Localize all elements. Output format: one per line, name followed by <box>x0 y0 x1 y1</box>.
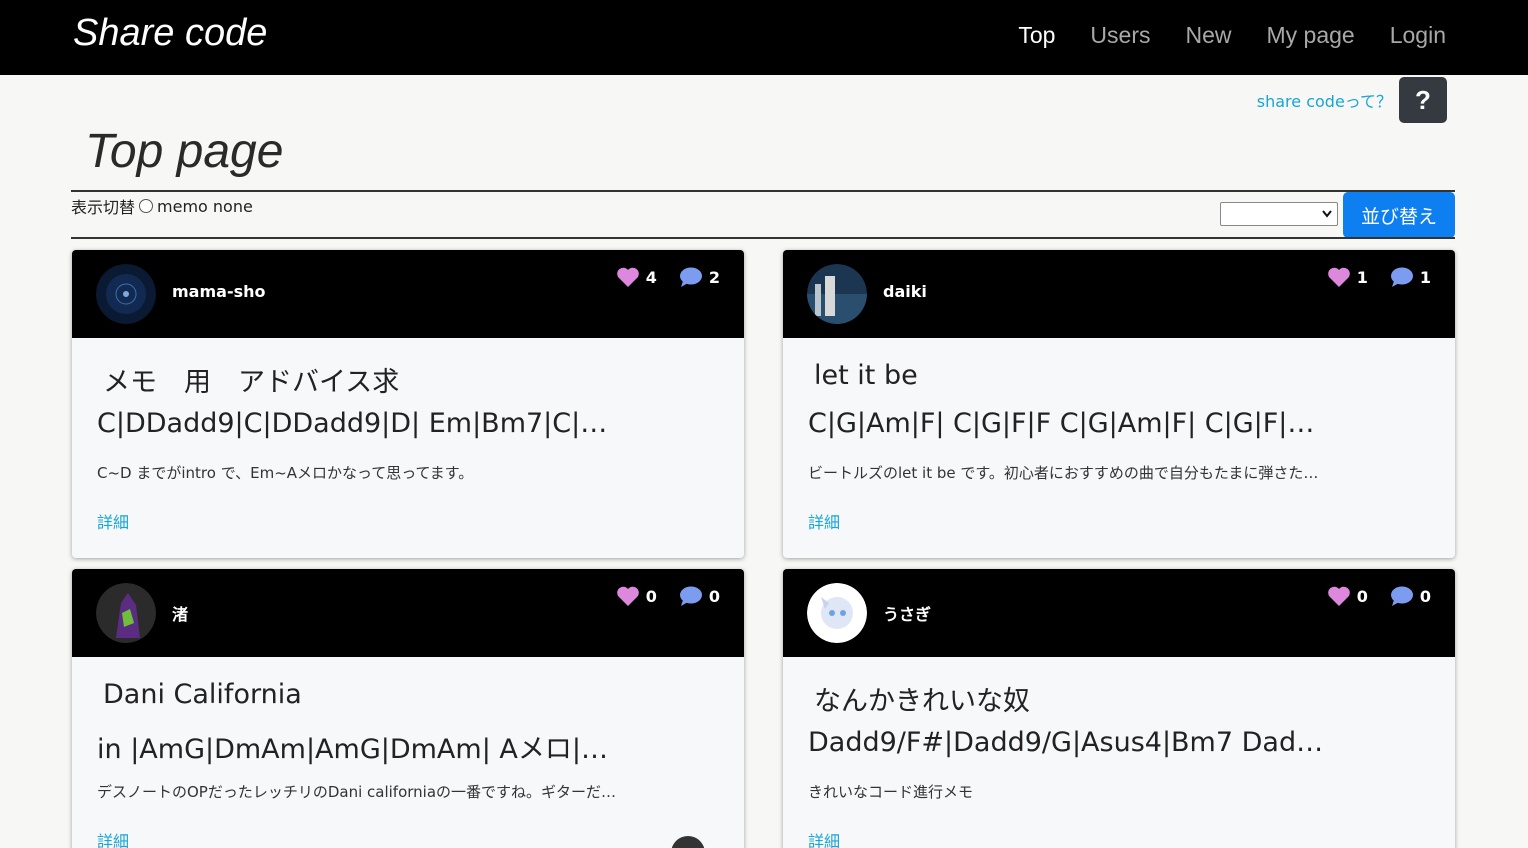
card-chords: in |AmG|DmAm|AmG|DmAm| Aメロ|… <box>97 734 608 765</box>
card-header: うさぎ 0 0 <box>783 569 1455 657</box>
memo-none-label[interactable]: memo none <box>157 197 253 216</box>
like-count: 1 <box>1356 267 1368 287</box>
post-card: daiki 1 1 let it be C|G|Am|F| C|G|F|F C|… <box>783 250 1455 558</box>
help-link[interactable]: share codeって？ <box>1257 88 1392 112</box>
navbar: Share code Top Users New My page Login <box>0 0 1528 75</box>
avatar[interactable] <box>96 264 156 324</box>
card-title: なんかきれいな奴 <box>814 686 1030 717</box>
chevron-down-icon <box>1321 205 1333 227</box>
card-stats: 4 2 <box>616 266 720 288</box>
card-body: Dani California in |AmG|DmAm|AmG|DmAm| A… <box>72 679 744 848</box>
card-description: デスノートのOPだったレッチリのDani californiaの一番ですね。ギタ… <box>97 783 617 801</box>
card-header: daiki 1 1 <box>783 250 1455 338</box>
card-body: let it be C|G|Am|F| C|G|F|F C|G|Am|F| C|… <box>783 360 1455 533</box>
card-chords: Dadd9/F#|Dadd9/G|Asus4|Bm7 Dad… <box>808 727 1324 758</box>
display-toggle-label: 表示切替 <box>71 198 136 217</box>
comment-icon[interactable] <box>1390 266 1414 288</box>
brand-logo[interactable]: Share code <box>73 12 267 55</box>
card-chords: C|G|Am|F| C|G|F|F C|G|Am|F| C|G|F|… <box>808 408 1315 439</box>
post-card: mama-sho 4 2 メモ 用 アドバイス求 C|DDadd9|C|DDad… <box>72 250 744 558</box>
card-body: なんかきれいな奴 Dadd9/F#|Dadd9/G|Asus4|Bm7 Dad…… <box>783 679 1455 848</box>
comment-count: 1 <box>1419 267 1431 287</box>
heart-icon[interactable] <box>1327 266 1351 288</box>
nav-menu: Top Users New My page Login <box>1018 22 1446 49</box>
divider-top <box>71 190 1455 192</box>
heart-icon[interactable] <box>1327 585 1351 607</box>
comment-count: 0 <box>1419 586 1431 606</box>
page-title: Top page <box>85 125 284 178</box>
nav-top[interactable]: Top <box>1018 22 1055 49</box>
display-toggle: 表示切替 memo none <box>71 194 253 218</box>
nav-my-page[interactable]: My page <box>1267 22 1355 49</box>
detail-link[interactable]: 詳細 <box>808 828 840 848</box>
username[interactable]: daiki <box>883 282 927 301</box>
card-body: メモ 用 アドバイス求 C|DDadd9|C|DDadd9|D| Em|Bm7|… <box>72 360 744 533</box>
card-description: C~D までがintro で、Em~Aメロかなって思ってます。 <box>97 464 474 482</box>
avatar[interactable] <box>807 583 867 643</box>
nav-new[interactable]: New <box>1185 22 1231 49</box>
divider-bottom <box>71 237 1455 239</box>
comment-icon[interactable] <box>1390 585 1414 607</box>
like-count: 4 <box>645 267 657 287</box>
card-header: mama-sho 4 2 <box>72 250 744 338</box>
avatar[interactable] <box>96 583 156 643</box>
sort-button[interactable]: 並び替え <box>1343 192 1455 238</box>
card-chords: C|DDadd9|C|DDadd9|D| Em|Bm7|C|… <box>97 408 608 439</box>
like-count: 0 <box>1356 586 1368 606</box>
card-description: ビートルズのlet it be です。初心者におすすめの曲で自分もたまに弾さた… <box>808 464 1319 482</box>
card-stats: 0 0 <box>1327 585 1431 607</box>
comment-count: 2 <box>708 267 720 287</box>
detail-link[interactable]: 詳細 <box>97 828 129 848</box>
username[interactable]: うさぎ <box>883 601 931 625</box>
heart-icon[interactable] <box>616 585 640 607</box>
nav-login[interactable]: Login <box>1390 22 1446 49</box>
post-card: うさぎ 0 0 なんかきれいな奴 Dadd9/F#|Dadd9/G|Asus4|… <box>783 569 1455 848</box>
comment-icon[interactable] <box>679 266 703 288</box>
avatar[interactable] <box>807 264 867 324</box>
card-stats: 0 0 <box>616 585 720 607</box>
card-header: 渚 0 0 <box>72 569 744 657</box>
memo-none-radio[interactable] <box>139 199 154 213</box>
sort-select[interactable] <box>1220 202 1338 226</box>
card-stats: 1 1 <box>1327 266 1431 288</box>
username[interactable]: 渚 <box>172 601 188 625</box>
username[interactable]: mama-sho <box>172 282 265 301</box>
card-title: Dani California <box>103 679 302 710</box>
heart-icon[interactable] <box>616 266 640 288</box>
nav-users[interactable]: Users <box>1090 22 1150 49</box>
help-button[interactable]: ? <box>1399 77 1447 123</box>
comment-icon[interactable] <box>679 585 703 607</box>
detail-link[interactable]: 詳細 <box>97 509 129 533</box>
like-count: 0 <box>645 586 657 606</box>
card-title: let it be <box>814 360 918 391</box>
detail-link[interactable]: 詳細 <box>808 509 840 533</box>
post-card: 渚 0 0 Dani California in |AmG|DmAm|AmG|D… <box>72 569 744 848</box>
card-description: きれいなコード進行メモ <box>808 783 974 801</box>
comment-count: 0 <box>708 586 720 606</box>
card-title: メモ 用 アドバイス求 <box>103 367 400 398</box>
